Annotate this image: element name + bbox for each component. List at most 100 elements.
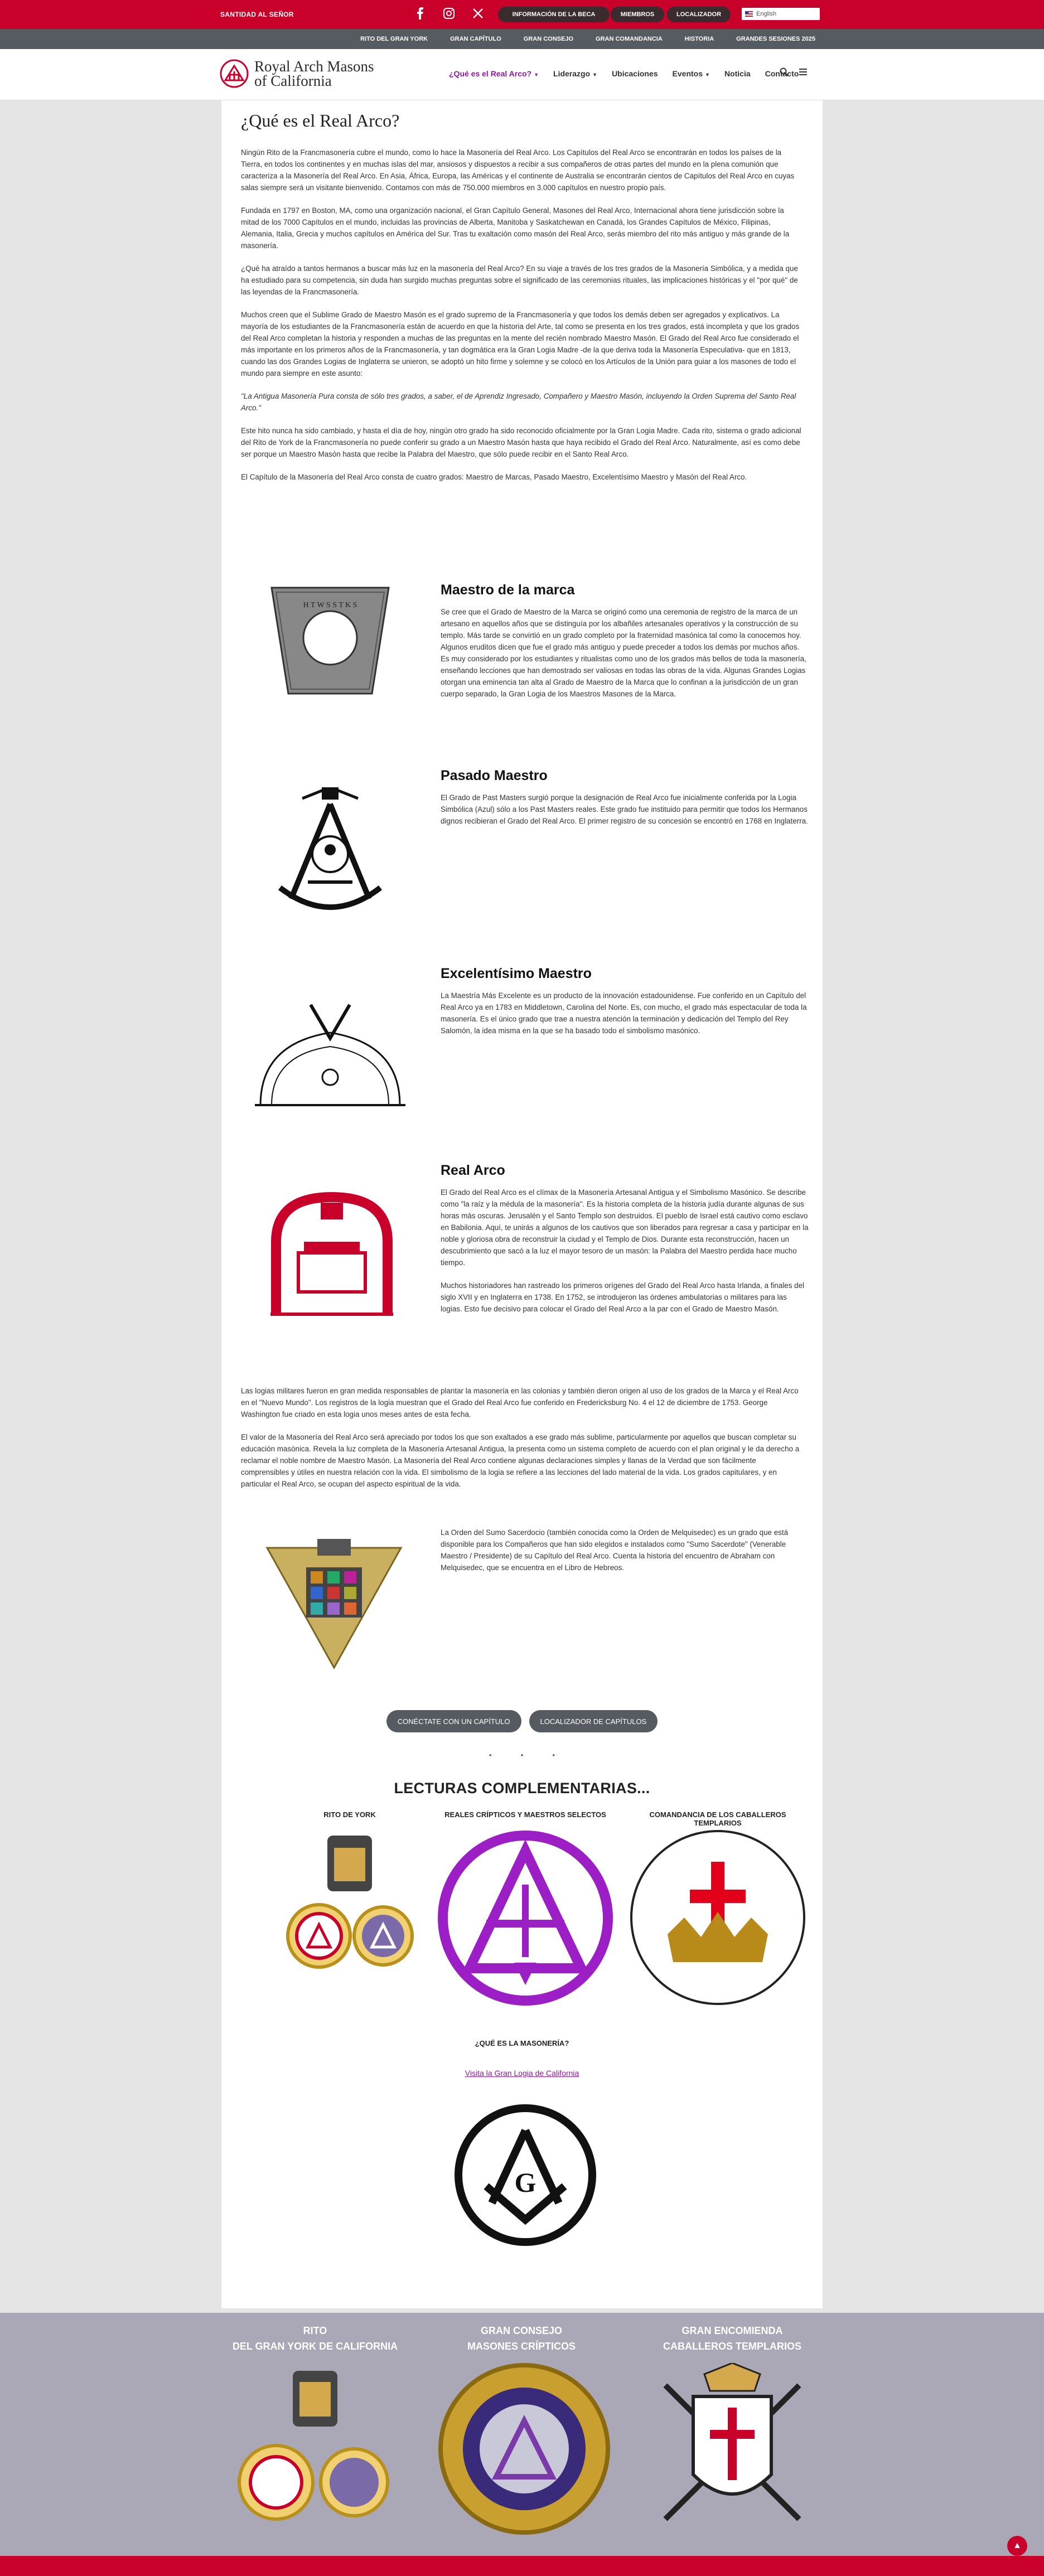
degree-section: Pasado Maestro El Grado de Past Masters … <box>441 768 809 838</box>
locator-button[interactable]: LOCALIZADOR <box>667 7 731 22</box>
footer-title: RITO <box>303 2325 327 2336</box>
menu-what-is[interactable]: ¿Qué es el Real Arco? ▼ <box>449 69 539 78</box>
facebook-icon[interactable] <box>413 6 427 21</box>
menu-label: ¿Qué es el Real Arco? <box>449 69 532 78</box>
quote-paragraph: "La Antigua Masonería Pura consta de sól… <box>241 392 796 412</box>
svg-text:H T W S S T K S: H T W S S T K S <box>303 601 357 609</box>
knights-templar-emblem-icon <box>630 1830 805 2005</box>
instagram-icon[interactable] <box>442 6 456 21</box>
footer-title: GRAN ENCOMIENDA <box>682 2325 783 2336</box>
subnav-grand-council[interactable]: GRAN CONSEJO <box>524 36 573 42</box>
carousel-dots: ● ● ● <box>221 1752 823 1757</box>
menu-label: Eventos <box>672 69 703 78</box>
reading-title: REALES CRÍPTICOS Y MAESTROS SELECTOS <box>444 1810 606 1819</box>
intro-paragraph: Este hito nunca ha sido cambiado, y hast… <box>241 427 801 458</box>
degree-paragraph: El Grado de Past Masters surgió porque l… <box>441 793 808 825</box>
reading-cryptic[interactable]: REALES CRÍPTICOS Y MAESTROS SELECTOS <box>433 1810 617 2009</box>
degree-section: Real Arco El Grado del Real Arco es el c… <box>441 1163 809 1326</box>
degree-title: Excelentísimo Maestro <box>441 966 592 981</box>
royal-arch-icon <box>265 1192 399 1323</box>
footer-title: GRAN CONSEJO <box>480 2325 563 2336</box>
motto-label: SANTIDAD AL SEÑOR <box>220 11 294 18</box>
social-links <box>413 6 485 21</box>
bottom-bar <box>0 2556 1044 2576</box>
cryptic-masons-emblem-icon <box>438 1831 613 2006</box>
main-nav: Royal Arch Masons of California ¿Qué es e… <box>0 49 1044 100</box>
subnav-grand-commandery[interactable]: GRAN COMANDANCIA <box>596 36 663 42</box>
degree-title: Maestro de la marca <box>441 582 575 598</box>
footer: RITO DEL GRAN YORK DE CALIFORNIA GRAN CO… <box>0 2313 1044 2556</box>
footer-subtitle: CABALLEROS TEMPLARIOS <box>663 2341 801 2352</box>
subnav-sessions[interactable]: GRANDES SESIONES 2025 <box>736 36 815 42</box>
reading-york-rite[interactable]: RITO DE YORK <box>277 1810 422 1988</box>
menu-locations[interactable]: Ubicaciones <box>612 69 658 78</box>
language-select[interactable]: English <box>742 8 820 20</box>
chapter-locator-button[interactable]: LOCALIZADOR DE CAPÍTULOS <box>529 1710 658 1732</box>
grand-council-footer-icon <box>438 2363 610 2535</box>
history-paragraph: El valor de la Masonería del Real Arco s… <box>241 1433 800 1488</box>
menu-label: Noticia <box>724 69 751 78</box>
site-logo[interactable]: Royal Arch Masons of California <box>220 58 374 89</box>
search-icon[interactable] <box>780 67 789 79</box>
york-rite-emblem-icon <box>286 1836 414 1969</box>
intro-paragraph: El Capítulo de la Masonería del Real Arc… <box>241 473 747 481</box>
chevron-up-icon: ▲ <box>1013 2541 1022 2550</box>
degree-paragraph: Se cree que el Grado de Maestro de la Ma… <box>441 608 806 698</box>
secondary-nav: RITO DEL GRAN YORK GRAN CAPÍTULO GRAN CO… <box>0 29 1044 49</box>
york-rite-footer-icon <box>238 2371 389 2521</box>
templars-footer-icon <box>663 2362 801 2521</box>
degree-section: Excelentísimo Maestro La Maestría Más Ex… <box>441 966 809 1048</box>
subnav-history[interactable]: HISTORIA <box>685 36 714 42</box>
royal-arch-logo-icon <box>220 59 249 88</box>
degree-section: Maestro de la marca Se cree que el Grado… <box>441 582 809 711</box>
members-button[interactable]: MIEMBROS <box>611 7 664 22</box>
logo-line1: Royal Arch Masons <box>254 58 374 75</box>
menu-leadership[interactable]: Liderazgo ▼ <box>553 69 597 78</box>
dot[interactable]: ● <box>552 1752 555 1757</box>
cta-buttons: CONÉCTATE CON UN CAPÍTULO LOCALIZADOR DE… <box>221 1710 823 1732</box>
menu-news[interactable]: Noticia <box>724 69 751 78</box>
grand-lodge-link[interactable]: Visita la Gran Logia de California <box>221 2069 823 2078</box>
degree-title: Real Arco <box>441 1163 505 1178</box>
primary-menu: ¿Qué es el Real Arco? ▼ Liderazgo ▼ Ubicac… <box>449 69 799 78</box>
past-master-jewel-icon <box>269 786 392 924</box>
footer-subtitle: MASONES CRÍPTICOS <box>467 2341 576 2352</box>
subnav-grand-chapter[interactable]: GRAN CAPÍTULO <box>450 36 501 42</box>
page-title: ¿Qué es el Real Arco? <box>241 110 400 130</box>
x-icon[interactable] <box>471 6 485 21</box>
footer-templars[interactable]: GRAN ENCOMIENDA CABALLEROS TEMPLARIOS <box>646 2323 819 2540</box>
what-is-masonry-heading: ¿QUÉ ES LA MASONERÍA? <box>475 2039 569 2047</box>
us-flag-icon <box>745 11 753 17</box>
dot[interactable]: ● <box>489 1752 492 1757</box>
arch-compass-icon <box>255 999 405 1119</box>
intro-paragraph: ¿Qué ha atraído a tantos hermanos a busc… <box>241 264 798 296</box>
reading-title: RITO DE YORK <box>323 1810 376 1819</box>
keystone-icon: H T W S S T K S <box>260 582 400 702</box>
top-bar: SANTIDAD AL SEÑOR INFORMACIÓN DE LA BECA… <box>0 0 1044 29</box>
high-priest-section: La Orden del Sumo Sacerdocio (también co… <box>441 1527 809 1585</box>
connect-chapter-button[interactable]: CONÉCTATE CON UN CAPÍTULO <box>386 1710 521 1732</box>
degree-paragraph: La Maestría Más Excelente es un producto… <box>441 991 807 1035</box>
reading-templars[interactable]: COMANDANCIA DE LOS CABALLEROS TEMPLARIOS <box>626 1810 810 2008</box>
nav-icons <box>780 67 808 79</box>
menu-events[interactable]: Eventos ▼ <box>673 69 710 78</box>
chevron-down-icon: ▼ <box>592 72 598 78</box>
subnav-york-rite[interactable]: RITO DEL GRAN YORK <box>360 36 428 42</box>
footer-grand-council[interactable]: GRAN CONSEJO MASONES CRÍPTICOS <box>435 2323 610 2543</box>
main-content: ¿Qué es el Real Arco? Ningún Rito de la … <box>221 100 823 2308</box>
scholarship-button[interactable]: INFORMACIÓN DE LA BECA <box>498 7 610 22</box>
degree-paragraph: El Grado del Real Arco es el clímax de l… <box>441 1188 809 1267</box>
scroll-to-top-button[interactable]: ▲ <box>1007 2536 1027 2556</box>
further-reading-title: LECTURAS COMPLEMENTARIAS... <box>394 1780 650 1797</box>
menu-label: Ubicaciones <box>612 69 658 78</box>
menu-label: Liderazgo <box>553 69 591 78</box>
after-section: Las logias militares fueron en gran medi… <box>241 1385 803 1501</box>
dot[interactable]: ● <box>521 1752 524 1757</box>
menu-icon[interactable] <box>799 67 808 79</box>
footer-york-rite[interactable]: RITO DEL GRAN YORK DE CALIFORNIA <box>229 2323 402 2537</box>
language-label: English <box>756 11 777 17</box>
footer-subtitle: DEL GRAN YORK DE CALIFORNIA <box>232 2341 398 2352</box>
chevron-down-icon: ▼ <box>534 72 539 78</box>
intro-paragraph: Ningún Rito de la Francmasonería cubre e… <box>241 148 795 192</box>
degree-title: Pasado Maestro <box>441 768 548 783</box>
